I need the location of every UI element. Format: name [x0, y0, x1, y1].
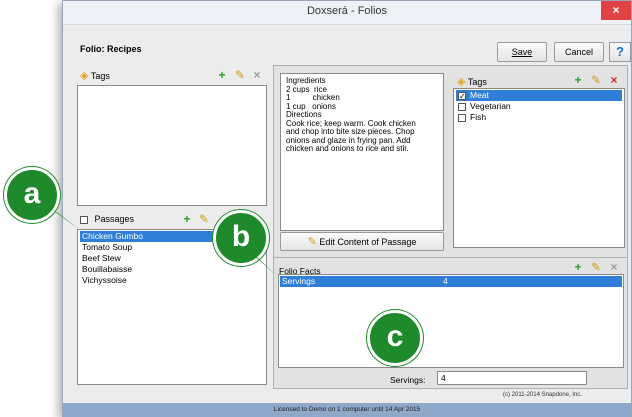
pointer-c	[410, 354, 434, 378]
pointer-b	[250, 252, 276, 275]
callout-pointers	[50, 208, 434, 378]
pointer-a	[50, 208, 80, 230]
